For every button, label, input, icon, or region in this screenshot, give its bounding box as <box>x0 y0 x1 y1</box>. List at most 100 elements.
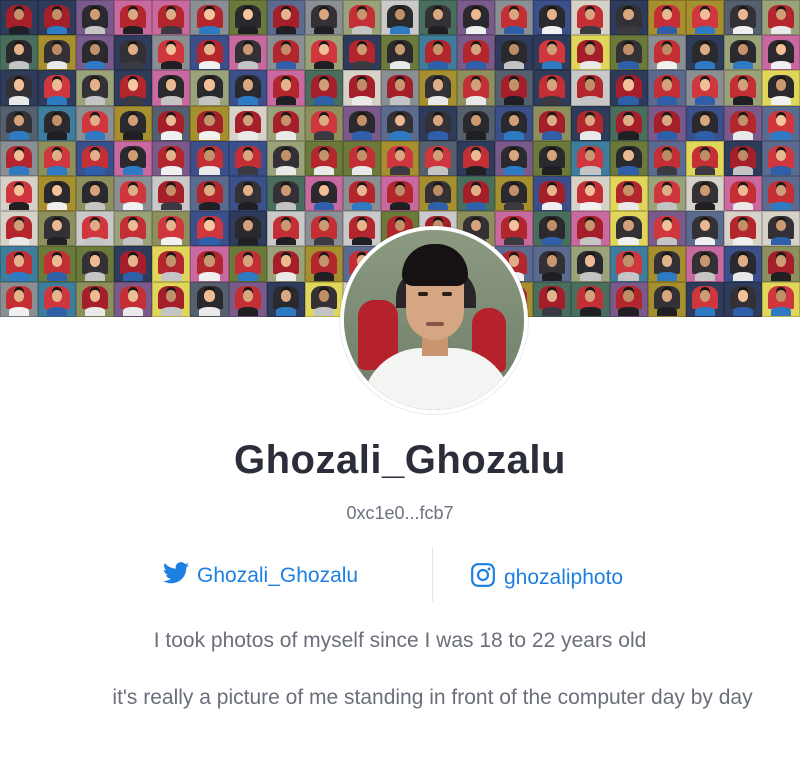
collage-photo <box>0 246 39 282</box>
collage-photo <box>723 175 762 212</box>
collage-photo <box>152 105 191 141</box>
collage-photo <box>533 140 572 176</box>
collage-photo <box>685 0 724 36</box>
collage-photo <box>76 246 115 282</box>
collage-photo <box>304 246 343 282</box>
collage-photo <box>190 211 229 247</box>
collage-photo <box>647 211 686 247</box>
collage-photo <box>647 105 686 141</box>
collage-photo <box>114 0 153 36</box>
twitter-link[interactable]: Ghozali_Ghozalu <box>163 562 358 590</box>
collage-photo <box>76 140 115 176</box>
collage-photo <box>495 70 534 106</box>
collage-photo <box>723 35 762 71</box>
collage-photo <box>266 0 305 36</box>
collage-photo <box>190 0 229 36</box>
collage-photo <box>761 35 800 71</box>
collage-photo <box>533 246 572 282</box>
collage-photo <box>533 0 572 36</box>
collage-photo <box>228 0 267 36</box>
collage-photo <box>114 140 153 176</box>
collage-photo <box>571 35 610 71</box>
collage-photo <box>38 211 77 247</box>
collage-photo <box>571 70 610 106</box>
instagram-handle: ghozaliphoto <box>504 566 624 589</box>
social-links: Ghozali_Ghozalu ghozaliphoto <box>0 548 800 602</box>
collage-photo <box>266 281 305 317</box>
collage-photo <box>38 35 77 71</box>
profile-avatar[interactable] <box>340 226 528 414</box>
collage-photo <box>152 281 191 317</box>
collage-photo <box>609 0 648 36</box>
collage-photo <box>495 105 534 141</box>
collage-photo <box>266 70 305 106</box>
collage-photo <box>495 0 534 36</box>
collage-photo <box>0 0 39 36</box>
collage-photo <box>723 140 762 176</box>
collage-photo <box>38 175 77 212</box>
collage-photo <box>647 140 686 176</box>
collage-photo <box>761 246 800 282</box>
collage-photo <box>571 246 610 282</box>
instagram-link[interactable]: ghozaliphoto <box>470 562 623 594</box>
collage-photo <box>76 281 115 317</box>
collage-photo <box>228 140 267 176</box>
collage-photo <box>685 35 724 71</box>
collage-photo <box>114 246 153 282</box>
collage-photo <box>0 281 39 317</box>
collage-photo <box>685 246 724 282</box>
collage-photo <box>228 70 267 106</box>
collage-photo <box>342 70 381 106</box>
collage-photo <box>0 70 39 106</box>
collage-photo <box>419 105 458 141</box>
collage-photo <box>342 140 381 176</box>
instagram-icon <box>470 562 496 594</box>
collage-photo <box>685 175 724 212</box>
collage-photo <box>190 281 229 317</box>
collage-photo <box>38 0 77 36</box>
bio-line-1: I took photos of myself since I was 18 t… <box>153 629 647 652</box>
social-divider <box>432 548 433 602</box>
collage-photo <box>419 140 458 176</box>
collage-photo <box>533 35 572 71</box>
collage-photo <box>266 140 305 176</box>
collage-photo <box>495 35 534 71</box>
collage-photo <box>228 35 267 71</box>
collage-photo <box>495 175 534 212</box>
collage-photo <box>114 175 153 212</box>
collage-photo <box>723 211 762 247</box>
collage-photo <box>38 281 77 317</box>
collage-photo <box>571 0 610 36</box>
collage-photo <box>76 211 115 247</box>
collage-photo <box>723 281 762 317</box>
collage-photo <box>304 70 343 106</box>
collage-photo <box>38 105 77 141</box>
collage-photo <box>647 0 686 36</box>
collage-photo <box>228 246 267 282</box>
collage-photo <box>38 246 77 282</box>
collage-photo <box>76 105 115 141</box>
collage-photo <box>0 175 39 212</box>
twitter-handle: Ghozali_Ghozalu <box>197 564 359 587</box>
collage-photo <box>609 211 648 247</box>
collage-photo <box>647 35 686 71</box>
collage-photo <box>380 35 420 71</box>
collage-photo <box>228 175 267 212</box>
collage-photo <box>533 105 572 141</box>
collage-photo <box>304 211 343 247</box>
collage-photo <box>685 70 724 106</box>
collage-photo <box>457 175 496 212</box>
wallet-address[interactable]: 0xc1e0...fcb7 <box>0 503 800 524</box>
collage-photo <box>609 281 648 317</box>
collage-photo <box>761 211 800 247</box>
collage-photo <box>533 281 572 317</box>
collage-photo <box>380 70 420 106</box>
bio-line-2: it's really a picture of me standing in … <box>112 686 753 709</box>
collage-photo <box>342 105 381 141</box>
twitter-icon <box>163 562 189 590</box>
collage-photo <box>380 140 420 176</box>
collage-photo <box>114 105 153 141</box>
collage-photo <box>76 175 115 212</box>
collage-photo <box>723 246 762 282</box>
collage-photo <box>266 35 305 71</box>
